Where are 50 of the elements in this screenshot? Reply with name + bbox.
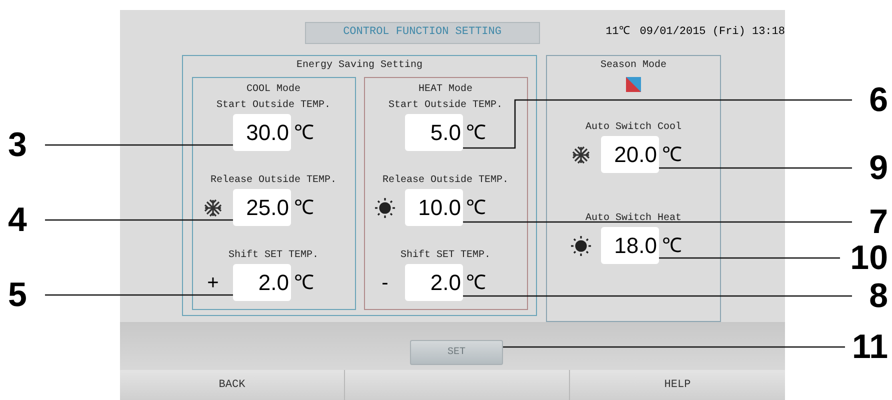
- temperature-field[interactable]: 18.0: [601, 227, 659, 264]
- mode-title: HEAT Mode: [418, 82, 472, 97]
- temperature-field[interactable]: 5.0: [405, 114, 463, 151]
- temperature-field[interactable]: 20.0: [601, 136, 659, 173]
- callout-number: 8: [869, 279, 888, 313]
- field-label: Auto Switch Cool: [585, 120, 682, 135]
- unit-label: ℃: [466, 196, 486, 220]
- temperature-field[interactable]: 2.0: [232, 264, 291, 301]
- mode-title: COOL Mode: [246, 82, 300, 97]
- outside-temperature: 11℃: [606, 25, 630, 40]
- unit-label: ℃: [662, 234, 682, 258]
- callout-number: 6: [869, 83, 888, 117]
- back-button[interactable]: BACK: [120, 370, 345, 400]
- field-label: Release Outside TEMP.: [210, 174, 337, 188]
- snowflake-icon: [204, 198, 222, 216]
- callout-number: 9: [869, 151, 888, 185]
- screen-title: CONTROL FUNCTION SETTING: [305, 22, 540, 44]
- help-button[interactable]: HELP: [570, 370, 785, 400]
- callout-number: 3: [8, 128, 27, 162]
- callout-number: 7: [869, 205, 888, 239]
- unit-label: ℃: [466, 270, 486, 296]
- unit-label: ℃: [294, 120, 314, 146]
- field-label: Release Outside TEMP.: [382, 174, 509, 188]
- sun-icon: [375, 198, 395, 218]
- sun-icon: [571, 236, 591, 256]
- sign-symbol: -: [382, 272, 388, 292]
- unit-label: ℃: [466, 120, 486, 146]
- callout-number: 10: [850, 241, 888, 275]
- date-time: 09/01/2015 (Fri) 13:18: [640, 25, 785, 40]
- callout-number: 5: [8, 278, 27, 312]
- field-label: Start Outside TEMP.: [216, 98, 331, 113]
- temperature-field[interactable]: 30.0: [233, 114, 291, 151]
- snowflake-icon: [572, 146, 590, 164]
- temperature-field[interactable]: 2.0: [404, 264, 463, 301]
- unit-label: ℃: [294, 270, 314, 296]
- unit-label: ℃: [294, 196, 314, 220]
- field-label: Auto Switch Heat: [585, 212, 682, 226]
- field-label: Start Outside TEMP.: [388, 98, 503, 113]
- sign-symbol: +: [207, 272, 219, 292]
- season-mode-icon: [626, 77, 641, 92]
- field-label: Shift SET TEMP.: [400, 248, 490, 263]
- blank-button[interactable]: [345, 370, 570, 400]
- panel-title: Energy Saving Setting: [296, 58, 423, 73]
- panel-title: Season Mode: [600, 58, 666, 73]
- temperature-field[interactable]: 10.0: [405, 189, 463, 226]
- unit-label: ℃: [662, 142, 682, 168]
- field-label: Shift SET TEMP.: [228, 248, 318, 263]
- temperature-field[interactable]: 25.0: [233, 189, 291, 226]
- callout-number: 4: [8, 203, 27, 237]
- callout-number: 11: [852, 330, 888, 364]
